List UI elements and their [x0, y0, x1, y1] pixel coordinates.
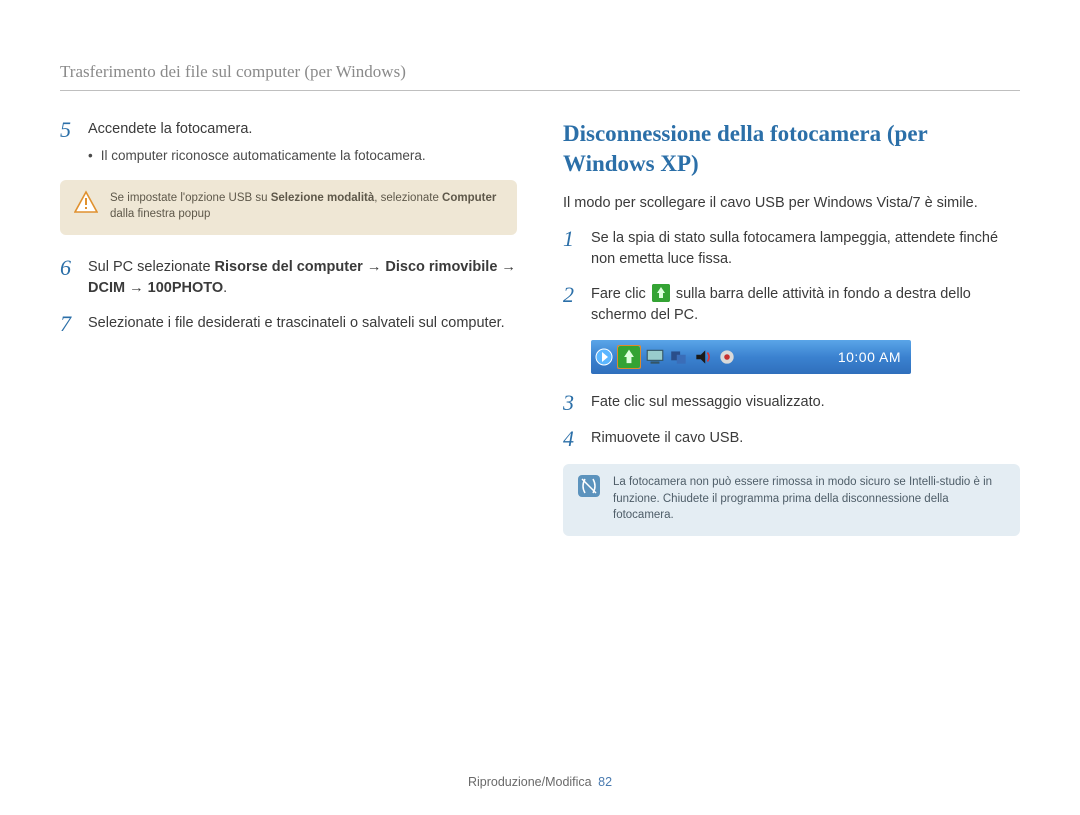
warning-text: Se impostate l'opzione USB su Selezione … — [110, 190, 503, 223]
txt-bold: Selezione modalità — [271, 192, 375, 204]
section-intro: Il modo per scollegare il cavo USB per W… — [563, 193, 1020, 214]
safely-remove-icon — [652, 284, 670, 302]
step-2: 2 Fare clic sulla barra delle attività i… — [563, 284, 1020, 326]
info-note: La fotocamera non può essere rimossa in … — [563, 464, 1020, 536]
sub-bullet: • Il computer riconosce automaticamente … — [88, 146, 517, 166]
step-4: 4 Rimuovete il cavo USB. — [563, 428, 1020, 450]
step-number: 5 — [60, 119, 78, 166]
content-columns: 5 Accendete la fotocamera. • Il computer… — [60, 119, 1020, 558]
step-number: 6 — [60, 257, 78, 299]
step-1: 1 Se la spia di stato sulla fotocamera l… — [563, 228, 1020, 270]
step-6: 6 Sul PC selezionate Risorse del compute… — [60, 257, 517, 299]
manual-page: Trasferimento dei file sul computer (per… — [0, 0, 1080, 815]
warning-icon — [74, 190, 98, 214]
taskbar-image: 10:00 AM — [591, 340, 911, 374]
step-body: Se la spia di stato sulla fotocamera lam… — [591, 228, 1020, 270]
tray-icon — [669, 347, 689, 367]
footer-section: Riproduzione/Modifica — [468, 775, 592, 789]
step-body: Sul PC selezionate Risorse del computer … — [88, 257, 517, 299]
taskbar-chevron-icon — [593, 340, 615, 374]
right-column: Disconnessione della fotocamera (per Win… — [563, 119, 1020, 558]
page-header: Trasferimento dei file sul computer (per… — [60, 62, 1020, 91]
txt: Sul PC selezionate — [88, 259, 215, 275]
page-number: 82 — [598, 775, 612, 789]
step-body: Fate clic sul messaggio visualizzato. — [591, 392, 1020, 414]
step-3: 3 Fate clic sul messaggio visualizzato. — [563, 392, 1020, 414]
bullet-text: Il computer riconosce automaticamente la… — [101, 146, 426, 166]
txt: dalla finestra popup — [110, 208, 210, 220]
txt: Fare clic — [591, 286, 650, 302]
left-column: 5 Accendete la fotocamera. • Il computer… — [60, 119, 517, 558]
txt: → — [497, 259, 516, 275]
section-heading: Disconnessione della fotocamera (per Win… — [563, 119, 1020, 179]
info-text: La fotocamera non può essere rimossa in … — [613, 474, 1006, 524]
txt: → — [363, 259, 386, 275]
txt-bold: Risorse del computer — [215, 259, 363, 275]
tray-icon — [645, 347, 665, 367]
step-body: Rimuovete il cavo USB. — [591, 428, 1020, 450]
txt: → — [125, 280, 148, 296]
step-body: Fare clic sulla barra delle attività in … — [591, 284, 1020, 326]
step-number: 7 — [60, 313, 78, 335]
txt-bold: DCIM — [88, 280, 125, 296]
step-number: 4 — [563, 428, 581, 450]
bullet-dot: • — [88, 146, 93, 166]
volume-icon — [693, 347, 713, 367]
step-body: Selezionate i file desiderati e trascina… — [88, 313, 517, 335]
step-number: 3 — [563, 392, 581, 414]
txt: , selezionate — [374, 192, 442, 204]
txt: . — [223, 280, 227, 296]
txt-bold: Computer — [442, 192, 496, 204]
warning-note: Se impostate l'opzione USB su Selezione … — [60, 180, 517, 235]
step-5: 5 Accendete la fotocamera. • Il computer… — [60, 119, 517, 166]
page-footer: Riproduzione/Modifica 82 — [0, 775, 1080, 789]
step-7: 7 Selezionate i file desiderati e trasci… — [60, 313, 517, 335]
txt: Se impostate l'opzione USB su — [110, 192, 271, 204]
step-text: Accendete la fotocamera. — [88, 121, 252, 137]
system-tray — [617, 345, 737, 369]
txt-bold: Disco rimovibile — [385, 259, 497, 275]
safely-remove-tray-icon — [617, 345, 641, 369]
info-icon — [577, 474, 601, 498]
taskbar-clock: 10:00 AM — [838, 349, 901, 365]
step-number: 2 — [563, 284, 581, 326]
txt-bold: 100PHOTO — [148, 280, 224, 296]
tray-icon — [717, 347, 737, 367]
step-number: 1 — [563, 228, 581, 270]
step-body: Accendete la fotocamera. • Il computer r… — [88, 119, 517, 166]
